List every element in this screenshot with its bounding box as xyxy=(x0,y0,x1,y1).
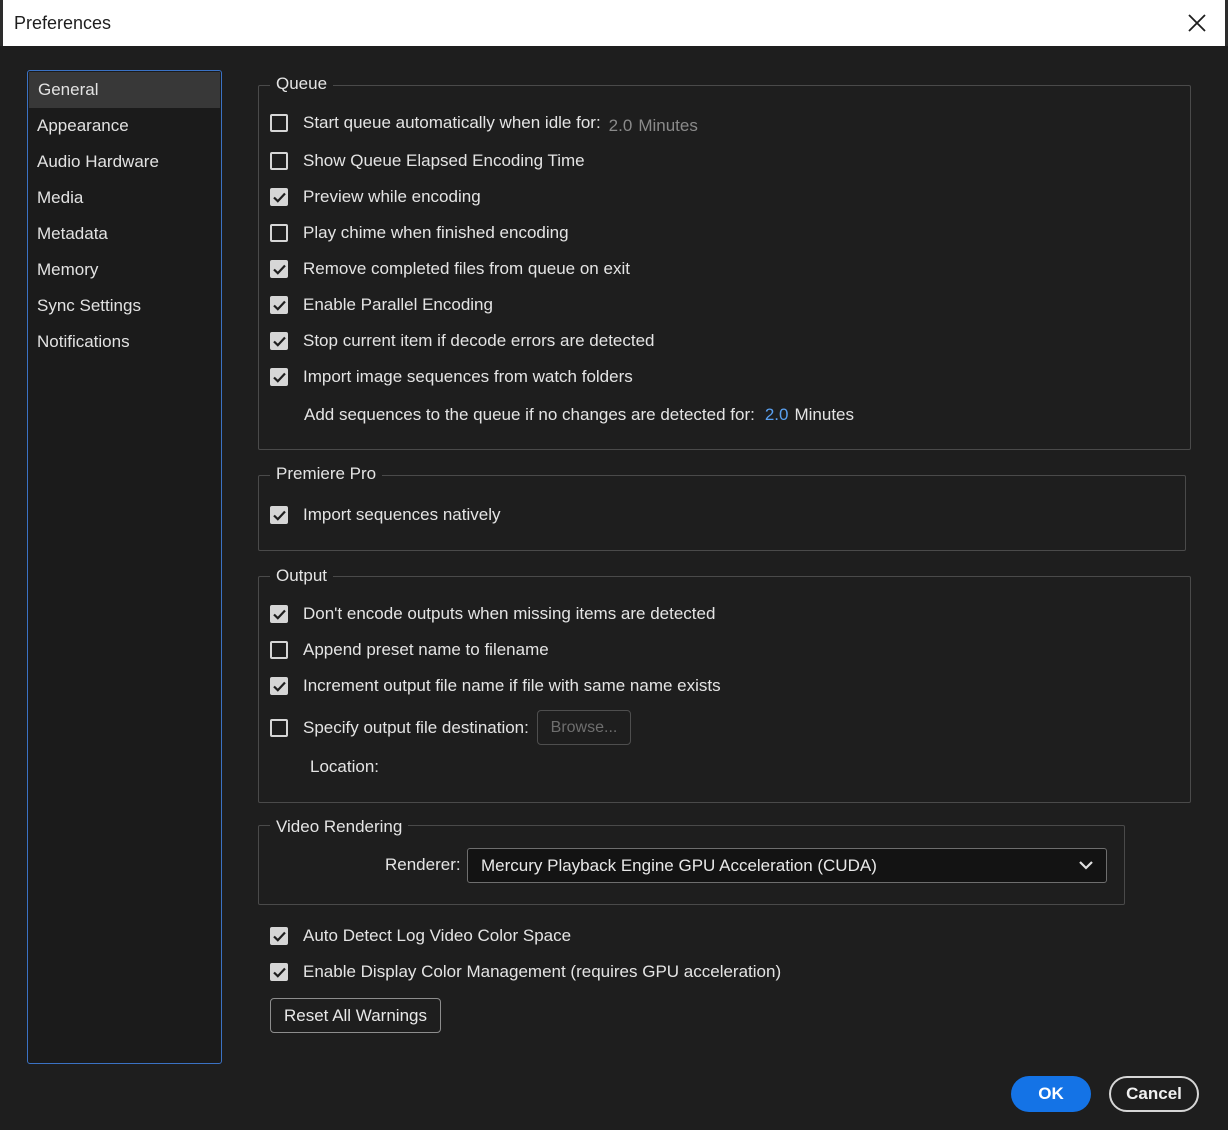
checkmark-icon xyxy=(272,336,286,347)
increment-name-label: Increment output file name if file with … xyxy=(303,676,721,695)
start-queue-idle-value[interactable]: 2.0 xyxy=(609,116,633,136)
checkmark-icon xyxy=(272,967,286,978)
preview-encoding-checkbox[interactable] xyxy=(270,188,288,206)
sidebar-item-sync-settings[interactable]: Sync Settings xyxy=(28,288,221,324)
display-color-row: Enable Display Color Management (require… xyxy=(270,961,781,983)
window-title: Preferences xyxy=(14,13,112,33)
parallel-encoding-checkbox[interactable] xyxy=(270,296,288,314)
start-queue-auto-label: Start queue automatically when idle for: xyxy=(303,113,601,132)
import-native-row: Import sequences natively xyxy=(270,504,501,526)
remove-completed-row: Remove completed files from queue on exi… xyxy=(270,258,630,280)
reset-warnings-button[interactable]: Reset All Warnings xyxy=(270,998,441,1033)
add-sequences-row: Add sequences to the queue if no changes… xyxy=(304,404,854,426)
checkmark-icon xyxy=(272,372,286,383)
premiere-pro-group-label: Premiere Pro xyxy=(270,464,383,484)
show-elapsed-checkbox[interactable] xyxy=(270,152,288,170)
import-native-checkbox[interactable] xyxy=(270,506,288,524)
checkmark-icon xyxy=(272,609,286,620)
checkmark-icon xyxy=(272,681,286,692)
increment-name-checkbox[interactable] xyxy=(270,677,288,695)
checkmark-icon xyxy=(272,931,286,942)
add-sequences-value[interactable]: 2.0 xyxy=(765,405,789,425)
start-queue-idle-unit: Minutes xyxy=(638,115,698,135)
location-row: Location: xyxy=(310,756,379,778)
import-sequences-label: Import image sequences from watch folder… xyxy=(303,367,633,386)
sidebar-item-metadata[interactable]: Metadata xyxy=(28,216,221,252)
title-bar: Preferences xyxy=(0,0,1228,46)
add-sequences-label: Add sequences to the queue if no changes… xyxy=(304,405,755,424)
auto-detect-log-checkbox[interactable] xyxy=(270,927,288,945)
sidebar-item-memory[interactable]: Memory xyxy=(28,252,221,288)
specify-destination-checkbox[interactable] xyxy=(270,719,288,737)
location-label: Location: xyxy=(310,757,379,776)
remove-completed-label: Remove completed files from queue on exi… xyxy=(303,259,630,278)
queue-group-label: Queue xyxy=(270,74,334,94)
preview-encoding-row: Preview while encoding xyxy=(270,186,481,208)
start-queue-auto-row: Start queue automatically when idle for:… xyxy=(270,112,698,136)
show-elapsed-label: Show Queue Elapsed Encoding Time xyxy=(303,151,585,170)
stop-decode-row: Stop current item if decode errors are d… xyxy=(270,330,655,352)
video-rendering-group-label: Video Rendering xyxy=(270,817,409,837)
stop-decode-checkbox[interactable] xyxy=(270,332,288,350)
play-chime-row: Play chime when finished encoding xyxy=(270,222,569,244)
import-sequences-row: Import image sequences from watch folder… xyxy=(270,366,633,388)
checkmark-icon xyxy=(272,264,286,275)
ok-button[interactable]: OK xyxy=(1011,1076,1091,1112)
auto-detect-log-row: Auto Detect Log Video Color Space xyxy=(270,925,571,947)
renderer-select[interactable]: Mercury Playback Engine GPU Acceleration… xyxy=(467,848,1107,883)
renderer-value: Mercury Playback Engine GPU Acceleration… xyxy=(481,856,877,875)
preferences-sidebar: General Appearance Audio Hardware Media … xyxy=(27,70,222,1064)
parallel-encoding-row: Enable Parallel Encoding xyxy=(270,294,493,316)
preview-encoding-label: Preview while encoding xyxy=(303,187,481,206)
sidebar-item-notifications[interactable]: Notifications xyxy=(28,324,221,360)
remove-completed-checkbox[interactable] xyxy=(270,260,288,278)
checkmark-icon xyxy=(272,510,286,521)
close-button[interactable] xyxy=(1179,8,1215,38)
sidebar-item-appearance[interactable]: Appearance xyxy=(28,108,221,144)
renderer-label: Renderer: xyxy=(385,855,461,874)
add-sequences-unit: Minutes xyxy=(794,405,854,424)
cancel-button[interactable]: Cancel xyxy=(1109,1076,1199,1112)
show-elapsed-row: Show Queue Elapsed Encoding Time xyxy=(270,150,585,172)
close-icon xyxy=(1188,14,1206,32)
parallel-encoding-label: Enable Parallel Encoding xyxy=(303,295,493,314)
specify-destination-row: Specify output file destination: xyxy=(270,717,529,739)
display-color-checkbox[interactable] xyxy=(270,963,288,981)
dont-encode-label: Don't encode outputs when missing items … xyxy=(303,604,716,623)
specify-destination-label: Specify output file destination: xyxy=(303,718,529,737)
auto-detect-log-label: Auto Detect Log Video Color Space xyxy=(303,926,572,945)
append-preset-row: Append preset name to filename xyxy=(270,639,549,661)
append-preset-checkbox[interactable] xyxy=(270,641,288,659)
append-preset-label: Append preset name to filename xyxy=(303,640,549,659)
increment-name-row: Increment output file name if file with … xyxy=(270,675,721,697)
renderer-row: Renderer: xyxy=(385,854,461,876)
import-sequences-checkbox[interactable] xyxy=(270,368,288,386)
sidebar-item-general[interactable]: General xyxy=(29,72,220,108)
display-color-label: Enable Display Color Management (require… xyxy=(303,962,782,981)
play-chime-label: Play chime when finished encoding xyxy=(303,223,569,242)
checkmark-icon xyxy=(272,300,286,311)
sidebar-item-audio-hardware[interactable]: Audio Hardware xyxy=(28,144,221,180)
import-native-label: Import sequences natively xyxy=(303,505,501,524)
dont-encode-checkbox[interactable] xyxy=(270,605,288,623)
browse-button[interactable]: Browse... xyxy=(537,710,631,745)
output-group-label: Output xyxy=(270,566,334,586)
dont-encode-row: Don't encode outputs when missing items … xyxy=(270,603,715,625)
checkmark-icon xyxy=(272,192,286,203)
sidebar-item-media[interactable]: Media xyxy=(28,180,221,216)
play-chime-checkbox[interactable] xyxy=(270,224,288,242)
start-queue-auto-checkbox[interactable] xyxy=(270,114,288,132)
chevron-down-icon xyxy=(1079,861,1093,870)
stop-decode-label: Stop current item if decode errors are d… xyxy=(303,331,655,350)
